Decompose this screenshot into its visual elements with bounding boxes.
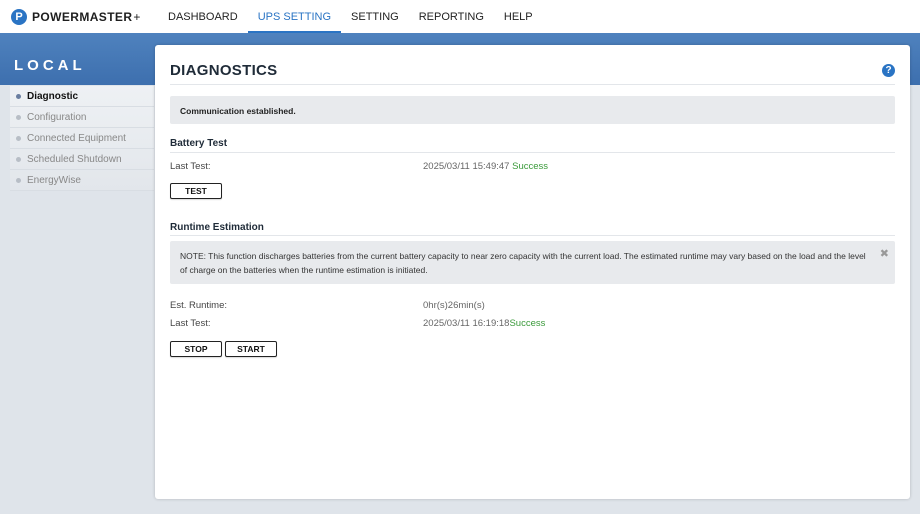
nav-ups-setting[interactable]: UPS SETTING (247, 0, 342, 33)
bullet-icon (16, 156, 21, 162)
communication-status: Communication established. (170, 96, 895, 124)
runtime-last-test-value: 2025/03/11 16:19:18Success (423, 318, 545, 329)
stop-button[interactable]: STOP (170, 341, 222, 357)
sidebar-item-label: EnergyWise (27, 174, 81, 186)
nav-reporting[interactable]: REPORTING (409, 0, 494, 33)
start-button[interactable]: START (225, 341, 277, 357)
bullet-icon (16, 93, 21, 99)
brand-name: POWERMASTER (32, 9, 133, 24)
battery-last-test-label: Last Test: (170, 161, 211, 172)
battery-last-test-time: 2025/03/11 15:49:47 (423, 161, 510, 172)
battery-last-test-result: Success (512, 161, 549, 172)
close-icon[interactable]: ✖ (880, 247, 889, 261)
sidebar-item-scheduled-shutdown[interactable]: Scheduled Shutdown (10, 149, 154, 170)
powermaster-logo-icon: P (11, 8, 27, 25)
sidebar-item-label: Configuration (27, 111, 87, 123)
sidebar-item-connected-equipment[interactable]: Connected Equipment (10, 128, 154, 149)
divider (170, 84, 895, 85)
sidebar-item-diagnostic[interactable]: Diagnostic (10, 86, 154, 107)
bullet-icon (16, 135, 21, 141)
runtime-last-test-result: Success (509, 318, 546, 329)
main-nav: DASHBOARD UPS SETTING SETTING REPORTING … (158, 0, 543, 33)
nav-setting[interactable]: SETTING (341, 0, 409, 33)
brand-plus: + (133, 9, 141, 24)
runtime-note-text: NOTE: This function discharges batteries… (180, 251, 866, 275)
bullet-icon (16, 177, 21, 183)
sidebar-item-configuration[interactable]: Configuration (10, 107, 154, 128)
bullet-icon (16, 114, 21, 120)
divider (170, 152, 895, 153)
runtime-last-test-time: 2025/03/11 16:19:18 (423, 318, 510, 329)
sidebar-item-label: Scheduled Shutdown (27, 153, 122, 165)
battery-test-title: Battery Test (170, 138, 228, 149)
nav-dashboard[interactable]: DASHBOARD (158, 0, 248, 33)
sidebar-title: LOCAL (14, 57, 86, 74)
est-runtime-label: Est. Runtime: (170, 300, 228, 311)
test-button[interactable]: TEST (170, 183, 222, 199)
runtime-note: NOTE: This function discharges batteries… (170, 241, 895, 284)
battery-last-test-value: 2025/03/11 15:49:47 Success (423, 161, 548, 172)
help-icon[interactable]: ? (882, 64, 895, 77)
sidebar-item-energywise[interactable]: EnergyWise (10, 170, 154, 191)
top-navbar: P POWERMASTER + DASHBOARD UPS SETTING SE… (0, 0, 920, 33)
nav-help[interactable]: HELP (494, 0, 543, 33)
runtime-estimation-title: Runtime Estimation (170, 222, 264, 233)
sidebar: LOCAL Diagnostic Configuration Connected… (0, 33, 154, 514)
sidebar-list: Diagnostic Configuration Connected Equip… (10, 86, 154, 191)
sidebar-item-label: Connected Equipment (27, 132, 126, 144)
runtime-last-test-label: Last Test: (170, 318, 211, 329)
diagnostics-panel: DIAGNOSTICS ? Communication established.… (155, 45, 910, 499)
divider (170, 235, 895, 236)
page-title: DIAGNOSTICS (170, 62, 278, 79)
brand[interactable]: P POWERMASTER + (11, 8, 151, 25)
sidebar-item-label: Diagnostic (27, 90, 79, 102)
est-runtime-value: 0hr(s)26min(s) (423, 300, 485, 311)
